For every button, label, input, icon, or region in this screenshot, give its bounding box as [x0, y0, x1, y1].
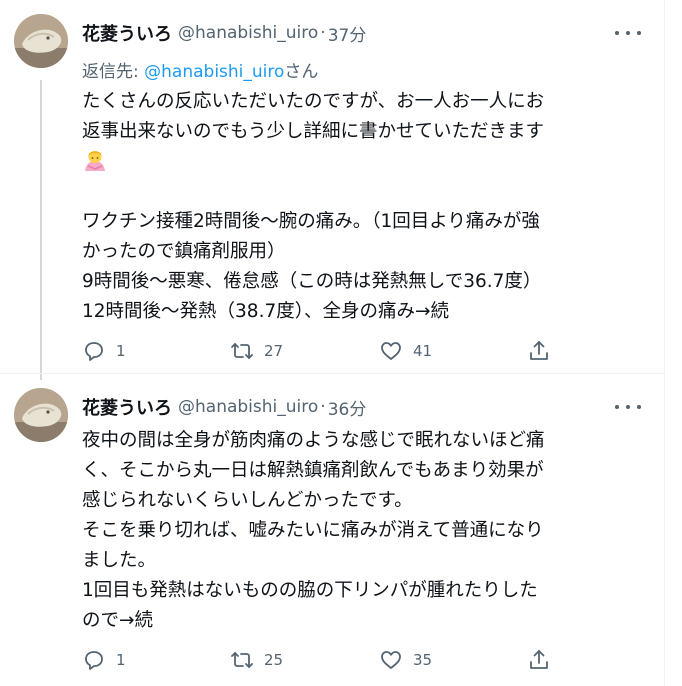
tweet-line: 12時間後〜発熱（38.7度）、全身の痛み→続	[82, 301, 449, 322]
tweet-time[interactable]: 36分	[328, 395, 367, 420]
share-icon	[530, 341, 548, 360]
avatar-image	[14, 388, 68, 442]
tweet-line: ました。	[82, 550, 157, 571]
tweet-text: 夜中の間は全身が筋肉痛のような感じで眠れないほど痛 く、そこから丸一日は解熱鎮痛…	[82, 426, 657, 636]
tweet-line: く、そこから丸一日は解熱鎮痛剤飲んでもあまり効果が	[82, 460, 544, 481]
like-button[interactable]: 35	[379, 645, 432, 675]
separator-dot: ·	[320, 397, 326, 417]
reply-count: 1	[116, 651, 126, 669]
like-button[interactable]: 41	[379, 336, 432, 366]
reply-to-prefix: 返信先:	[82, 62, 145, 82]
retweet-icon	[231, 652, 253, 668]
retweet-icon	[231, 343, 253, 359]
person-bowing-icon	[82, 147, 657, 177]
tweet-actions: 1 27 41	[82, 336, 562, 366]
tweet[interactable]: 花菱ういろ @hanabishi_uiro · 36分 夜中の間は全身が筋肉痛の…	[0, 374, 665, 686]
tweet-line: かったので鎮痛剤服用）	[82, 241, 286, 262]
tweet-time[interactable]: 37分	[328, 21, 367, 46]
tweet-line: ので→続	[82, 610, 154, 631]
reply-to-suffix: さん	[284, 62, 319, 82]
tweet-line: ワクチン接種2時間後〜腕の痛み。（1回目より痛みが強	[82, 211, 540, 232]
author-name[interactable]: 花菱ういろ	[82, 20, 172, 46]
tweet-line: 9時間後〜悪寒、倦怠感（この時は発熱無しで36.7度）	[82, 271, 542, 292]
share-button[interactable]	[527, 336, 551, 366]
reply-button[interactable]: 1	[82, 645, 126, 675]
like-count: 41	[413, 342, 433, 360]
heart-icon	[381, 651, 401, 669]
avatar[interactable]	[14, 388, 68, 442]
more-options-icon[interactable]	[615, 23, 641, 43]
reply-to-handle[interactable]: @hanabishi_uiro	[144, 62, 284, 82]
separator-dot: ·	[320, 23, 326, 43]
author-handle[interactable]: @hanabishi_uiro	[178, 23, 318, 43]
author-name[interactable]: 花菱ういろ	[82, 394, 172, 420]
tweet-line: たくさんの反応いただいたのですが、お一人お一人にお	[82, 91, 545, 112]
tweet-actions: 1 25 35	[82, 645, 562, 675]
reply-count: 1	[116, 342, 126, 360]
tweet-header: 花菱ういろ @hanabishi_uiro · 37分	[82, 20, 367, 46]
author-handle[interactable]: @hanabishi_uiro	[178, 397, 318, 417]
tweet-line	[82, 177, 657, 207]
retweet-count: 25	[264, 651, 284, 669]
tweet-line: そこを乗り切れば、嘘みたいに痛みが消えて普通になり	[82, 520, 544, 541]
retweet-button[interactable]: 27	[230, 336, 283, 366]
more-options-icon[interactable]	[615, 397, 641, 417]
tweet-line: 感じられないくらいしんどかったです。	[82, 490, 413, 511]
thread-line	[40, 80, 42, 380]
reply-to-line: 返信先: @hanabishi_uiroさん	[82, 57, 318, 82]
tweet-header: 花菱ういろ @hanabishi_uiro · 36分	[82, 394, 367, 420]
tweet-line: 1回目も発熱はないものの脇の下リンパが腫れたりした	[82, 580, 538, 601]
heart-icon	[381, 342, 401, 360]
reply-icon	[85, 342, 103, 361]
tweet-line: 夜中の間は全身が筋肉痛のような感じで眠れないほど痛	[82, 430, 545, 451]
avatar[interactable]	[14, 14, 68, 68]
retweet-count: 27	[264, 342, 284, 360]
like-count: 35	[413, 651, 433, 669]
tweet-text: たくさんの反応いただいたのですが、お一人お一人にお 返事出来ないのでもう少し詳細…	[82, 87, 657, 327]
reply-icon	[85, 651, 103, 670]
retweet-button[interactable]: 25	[230, 645, 283, 675]
share-button[interactable]	[527, 645, 551, 675]
tweet[interactable]: 花菱ういろ @hanabishi_uiro · 37分 返信先: @hanabi…	[0, 0, 665, 380]
avatar-image	[14, 14, 68, 68]
tweet-line: 返事出来ないのでもう少し詳細に書かせていただきます	[82, 121, 544, 142]
share-icon	[530, 650, 548, 669]
reply-button[interactable]: 1	[82, 336, 126, 366]
